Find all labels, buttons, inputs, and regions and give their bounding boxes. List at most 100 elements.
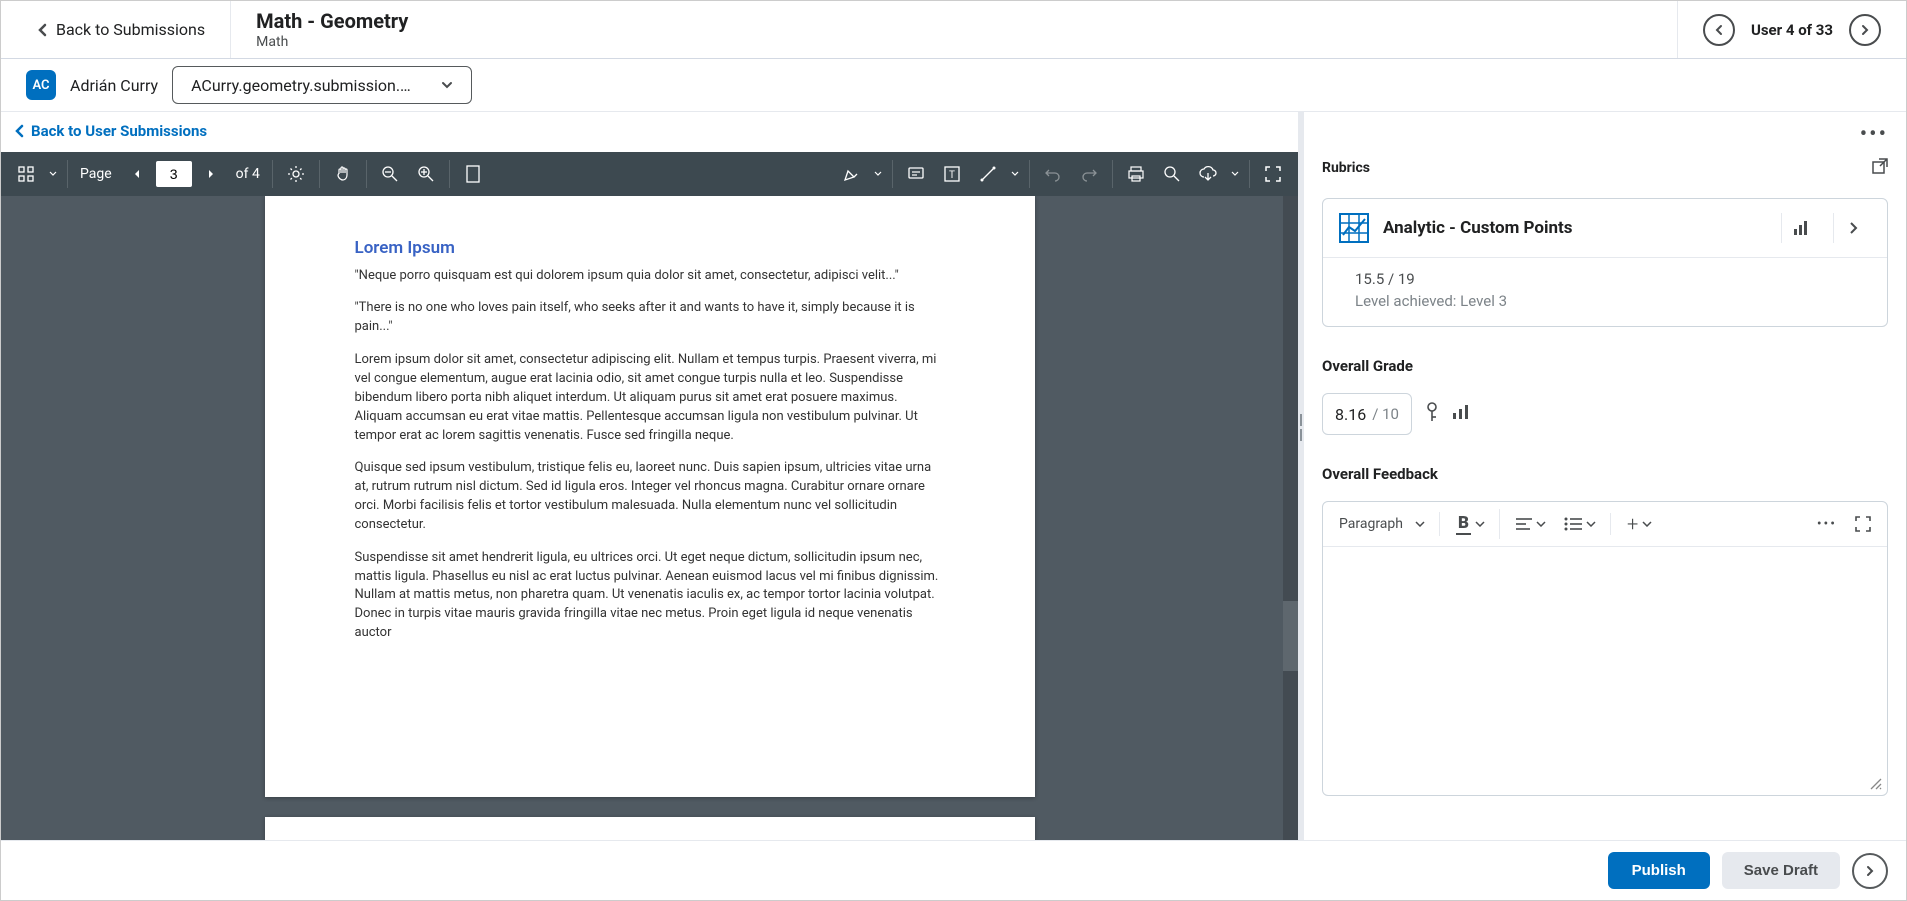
- triangle-right-icon: [206, 168, 216, 180]
- page-number-input[interactable]: [156, 161, 192, 187]
- zoom-out-icon: [381, 165, 399, 183]
- course-subtitle: Math: [256, 34, 1652, 50]
- note-icon: [907, 165, 925, 183]
- next-user-button[interactable]: [1849, 14, 1881, 46]
- next-page-button[interactable]: [194, 157, 228, 191]
- editor-textarea[interactable]: [1323, 547, 1887, 773]
- view-controls-dropdown[interactable]: [45, 157, 61, 191]
- pan-button[interactable]: [326, 157, 360, 191]
- key-icon: [1424, 402, 1440, 422]
- dots-icon: •••: [1817, 516, 1837, 532]
- doc-heading: Lorem Ipsum: [355, 236, 945, 261]
- download-button[interactable]: [1191, 157, 1225, 191]
- undo-icon: [1044, 165, 1062, 183]
- chevron-right-icon: [1848, 221, 1858, 235]
- insert-button[interactable]: +: [1621, 508, 1658, 540]
- rubric-score: 15.5 / 19: [1355, 270, 1855, 288]
- chevron-left-icon: [13, 124, 27, 138]
- rubric-stats-button[interactable]: [1781, 213, 1819, 243]
- zoom-out-button[interactable]: [373, 157, 407, 191]
- doc-para-3: Suspendisse sit amet hendrerit ligula, e…: [355, 549, 945, 643]
- chevron-down-icon: [1475, 521, 1485, 527]
- more-formatting-button[interactable]: •••: [1811, 512, 1843, 536]
- student-name: Adrián Curry: [70, 76, 158, 95]
- back-to-user-submissions-link[interactable]: Back to User Submissions: [13, 122, 207, 140]
- line-dropdown[interactable]: [1007, 157, 1023, 191]
- grade-input-box[interactable]: 8.16 / 10: [1322, 393, 1412, 435]
- freehand-button[interactable]: [834, 157, 868, 191]
- evaluation-panel: ••• Rubrics Analy: [1298, 112, 1906, 842]
- format-select[interactable]: Paragraph: [1333, 512, 1440, 536]
- zoom-in-button[interactable]: [409, 157, 443, 191]
- document-next-page: [265, 817, 1035, 842]
- grade-suggestion-button[interactable]: [1424, 402, 1440, 426]
- bold-button[interactable]: B: [1450, 509, 1500, 539]
- publish-button[interactable]: Publish: [1608, 852, 1710, 889]
- plus-icon: +: [1627, 512, 1638, 536]
- submission-file-select[interactable]: ACurry.geometry.submission....: [172, 66, 472, 104]
- prev-page-button[interactable]: [120, 157, 154, 191]
- overall-grade-row: 8.16 / 10: [1322, 393, 1888, 435]
- footer-bar: Publish Save Draft: [1, 840, 1906, 900]
- rubric-card-header: Analytic - Custom Points: [1323, 199, 1887, 258]
- bar-chart-icon: [1452, 404, 1470, 420]
- splitter-handle[interactable]: [1298, 407, 1304, 447]
- rubric-level: Level achieved: Level 3: [1355, 292, 1855, 310]
- doc-para-1: Lorem ipsum dolor sit amet, consectetur …: [355, 351, 945, 445]
- main-split: Back to User Submissions Page of 4: [1, 111, 1906, 842]
- svg-text:T: T: [949, 170, 955, 181]
- popout-icon: [1872, 158, 1888, 174]
- redo-button[interactable]: [1072, 157, 1106, 191]
- settings-button[interactable]: [279, 157, 313, 191]
- freehand-dropdown[interactable]: [870, 157, 886, 191]
- rubric-title: Analytic - Custom Points: [1383, 218, 1767, 238]
- save-draft-button[interactable]: Save Draft: [1722, 852, 1840, 889]
- doc-quote-1: "Neque porro quisquam est qui dolorem ip…: [355, 267, 945, 286]
- grade-stats-button[interactable]: [1452, 404, 1470, 424]
- grade-value: 8.16: [1335, 405, 1366, 424]
- divider: [1112, 160, 1113, 188]
- chevron-left-icon: [1713, 24, 1725, 36]
- user-nav: User 4 of 33: [1677, 1, 1906, 58]
- download-dropdown[interactable]: [1227, 157, 1243, 191]
- overall-feedback-label: Overall Feedback: [1322, 465, 1888, 483]
- caret-down-icon: [874, 171, 882, 177]
- view-controls-button[interactable]: [9, 157, 43, 191]
- line-button[interactable]: [971, 157, 1005, 191]
- print-button[interactable]: [1119, 157, 1153, 191]
- user-position-label: User 4 of 33: [1745, 21, 1839, 39]
- note-button[interactable]: [899, 157, 933, 191]
- divider: [1249, 160, 1250, 188]
- chevron-right-icon: [1864, 865, 1876, 877]
- page-icon: [465, 165, 481, 183]
- undo-button[interactable]: [1036, 157, 1070, 191]
- rubric-popout-button[interactable]: [1872, 158, 1888, 178]
- search-button[interactable]: [1155, 157, 1189, 191]
- scrollbar-thumb[interactable]: [1283, 601, 1298, 671]
- back-to-submissions-link[interactable]: Back to Submissions: [1, 1, 231, 58]
- back-to-user-submissions-label: Back to User Submissions: [31, 122, 207, 140]
- page-label: Page: [74, 166, 118, 182]
- prev-user-button[interactable]: [1703, 14, 1735, 46]
- caret-down-icon: [1011, 171, 1019, 177]
- footer-next-button[interactable]: [1852, 853, 1888, 889]
- fullscreen-icon: [1855, 516, 1871, 532]
- caret-down-icon: [49, 171, 57, 177]
- scrollbar-track[interactable]: [1283, 196, 1298, 842]
- resize-handle-icon[interactable]: [1869, 777, 1883, 791]
- rubric-expand-button[interactable]: [1833, 213, 1871, 243]
- gear-icon: [287, 165, 305, 183]
- rubrics-header: Rubrics: [1322, 158, 1888, 178]
- chevron-down-icon: [1536, 521, 1546, 527]
- hand-icon: [334, 165, 352, 183]
- fit-page-button[interactable]: [456, 157, 490, 191]
- more-actions-button[interactable]: •••: [1860, 122, 1888, 147]
- fullscreen-button[interactable]: [1256, 157, 1290, 191]
- list-button[interactable]: [1558, 513, 1611, 535]
- align-button[interactable]: [1510, 513, 1552, 535]
- redo-icon: [1080, 165, 1098, 183]
- editor-fullscreen-button[interactable]: [1849, 512, 1877, 536]
- pdf-viewport[interactable]: Lorem Ipsum "Neque porro quisquam est qu…: [1, 196, 1298, 842]
- text-box-button[interactable]: T: [935, 157, 969, 191]
- doc-quote-2: "There is no one who loves pain itself, …: [355, 299, 945, 337]
